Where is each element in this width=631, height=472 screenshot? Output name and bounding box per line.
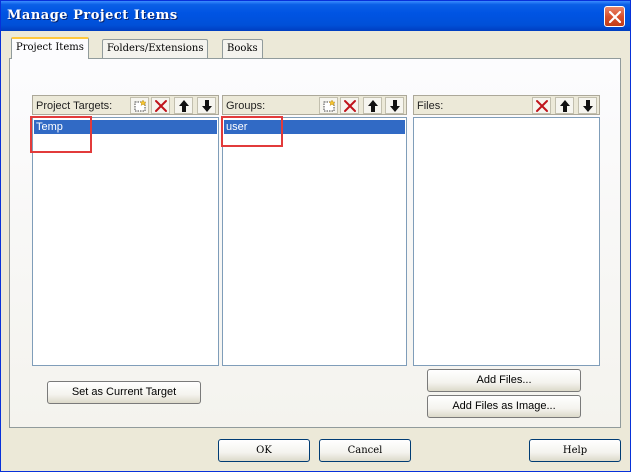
move-down-icon [390, 100, 400, 112]
move-group-down-button[interactable] [385, 97, 404, 114]
move-up-icon [560, 100, 570, 112]
groups-header: Groups: [222, 95, 407, 115]
move-up-icon [179, 100, 189, 112]
set-current-target-button[interactable]: Set as Current Target [47, 381, 201, 404]
move-target-down-button[interactable] [197, 97, 216, 114]
files-list[interactable] [413, 117, 600, 366]
annotation-box-group [221, 116, 283, 147]
new-target-button[interactable] [130, 97, 149, 114]
delete-file-button[interactable] [532, 97, 551, 114]
delete-icon [155, 100, 167, 112]
move-target-up-button[interactable] [174, 97, 193, 114]
delete-icon [344, 100, 356, 112]
cancel-button[interactable]: Cancel [319, 439, 411, 462]
help-button[interactable]: Help [529, 439, 621, 462]
groups-list[interactable]: user [222, 117, 407, 366]
new-icon [323, 99, 336, 112]
set-current-target-label: Set as Current Target [71, 386, 177, 398]
delete-target-button[interactable] [151, 97, 170, 114]
window-title: Manage Project Items [7, 8, 178, 23]
move-down-icon [202, 100, 212, 112]
files-header: Files: [413, 95, 600, 115]
move-file-down-button[interactable] [578, 97, 597, 114]
move-up-icon [368, 100, 378, 112]
new-icon [134, 99, 147, 112]
targets-list[interactable]: Temp [32, 117, 219, 366]
manage-project-items-dialog: Manage Project Items Project Items Folde… [0, 0, 631, 472]
files-label: Files: [417, 100, 444, 112]
tab-project-items[interactable]: Project Items [11, 37, 89, 59]
move-down-icon [583, 100, 593, 112]
close-button[interactable] [604, 6, 625, 27]
add-files-as-image-button[interactable]: Add Files as Image... [427, 395, 581, 418]
annotation-box-target [30, 116, 92, 153]
new-group-button[interactable] [319, 97, 338, 114]
close-icon [609, 11, 621, 23]
title-bar[interactable]: Manage Project Items [1, 1, 630, 31]
targets-label: Project Targets: [36, 100, 113, 112]
help-label: Help [562, 445, 588, 456]
ok-label: OK [256, 445, 272, 456]
targets-header: Project Targets: [32, 95, 219, 115]
delete-icon [536, 100, 548, 112]
groups-label: Groups: [226, 100, 266, 112]
add-files-label: Add Files... [476, 374, 532, 386]
delete-group-button[interactable] [340, 97, 359, 114]
move-group-up-button[interactable] [363, 97, 382, 114]
move-file-up-button[interactable] [555, 97, 574, 114]
cancel-label: Cancel [347, 445, 383, 456]
tab-books[interactable]: Books [222, 39, 263, 58]
add-files-as-image-label: Add Files as Image... [452, 400, 556, 412]
add-files-button[interactable]: Add Files... [427, 369, 581, 392]
tab-folders-extensions[interactable]: Folders/Extensions [102, 39, 209, 58]
ok-button[interactable]: OK [218, 439, 310, 462]
